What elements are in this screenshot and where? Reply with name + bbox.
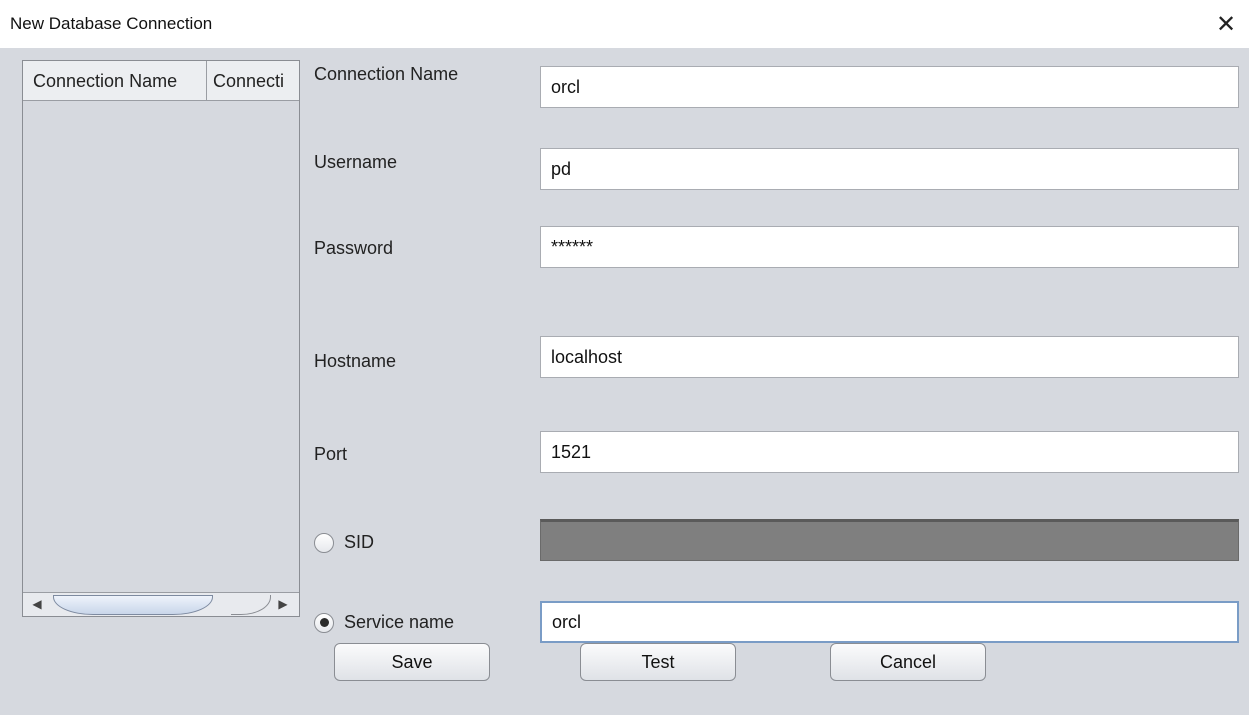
column-header-connection[interactable]: Connecti bbox=[207, 61, 299, 101]
column-header-connection-name[interactable]: Connection Name bbox=[23, 61, 207, 101]
service-name-radio[interactable]: Service name bbox=[314, 612, 454, 633]
username-label: Username bbox=[314, 152, 398, 172]
save-button[interactable]: Save bbox=[334, 643, 490, 681]
hostname-field[interactable] bbox=[540, 336, 1239, 378]
sid-radio[interactable]: SID bbox=[314, 532, 374, 553]
scroll-thumb[interactable] bbox=[53, 595, 213, 615]
password-field[interactable] bbox=[540, 226, 1239, 268]
password-label: Password bbox=[314, 238, 394, 258]
service-name-label: Service name bbox=[344, 612, 455, 632]
close-icon[interactable]: ✕ bbox=[1203, 0, 1249, 48]
test-button[interactable]: Test bbox=[580, 643, 736, 681]
port-label: Port bbox=[314, 444, 348, 464]
port-field[interactable] bbox=[540, 431, 1239, 473]
dialog-body: Connection Name Connecti ◀ ▶ Connection … bbox=[0, 48, 1249, 715]
connections-table[interactable]: Connection Name Connecti ◀ ▶ bbox=[22, 60, 300, 617]
scroll-left-icon[interactable]: ◀ bbox=[27, 595, 47, 613]
cancel-button[interactable]: Cancel bbox=[830, 643, 986, 681]
scroll-track bbox=[231, 595, 271, 615]
connection-name-field[interactable] bbox=[540, 66, 1239, 108]
hostname-label: Hostname bbox=[314, 351, 397, 371]
scroll-right-icon[interactable]: ▶ bbox=[273, 595, 293, 613]
username-field[interactable] bbox=[540, 148, 1239, 190]
horizontal-scrollbar[interactable]: ◀ ▶ bbox=[23, 592, 299, 616]
title-bar: New Database Connection ✕ bbox=[0, 0, 1249, 48]
sid-field bbox=[540, 519, 1239, 561]
service-name-field[interactable] bbox=[540, 601, 1239, 643]
radio-unselected-icon[interactable] bbox=[314, 532, 334, 553]
sid-label: SID bbox=[344, 532, 375, 552]
connection-name-label: Connection Name bbox=[314, 64, 459, 84]
radio-selected-icon[interactable] bbox=[314, 612, 334, 633]
window-title: New Database Connection bbox=[10, 14, 213, 33]
table-header: Connection Name Connecti bbox=[23, 61, 299, 101]
